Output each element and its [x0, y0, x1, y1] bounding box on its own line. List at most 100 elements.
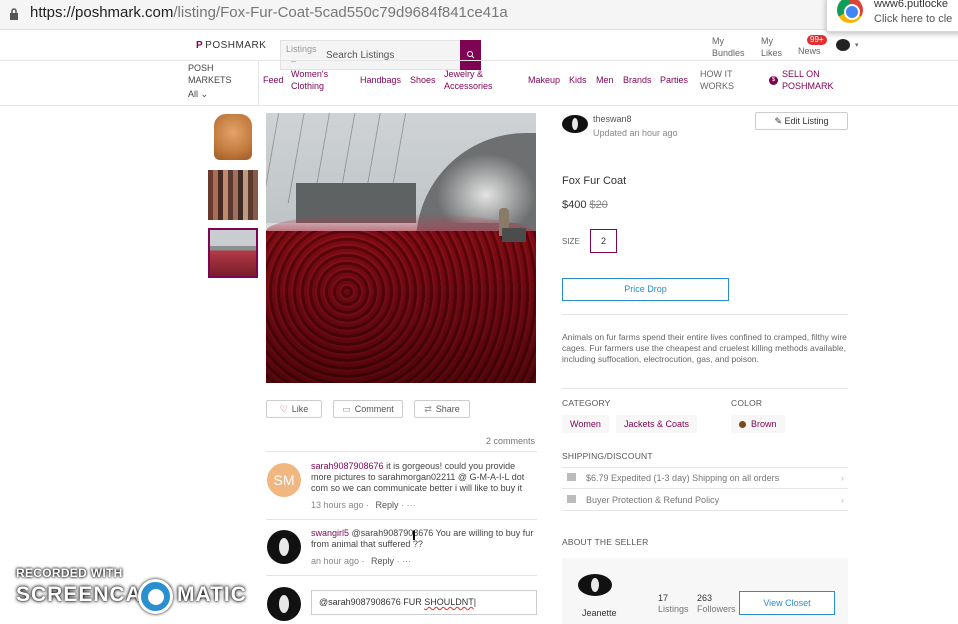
category-chip-women[interactable]: Women	[562, 415, 609, 433]
poshmark-p-icon: P	[196, 40, 204, 51]
listing-updated-time: Updated an hour ago	[593, 128, 678, 138]
chrome-notification[interactable]: www6.putlocke Click here to cle	[826, 0, 958, 32]
nav-divider	[258, 60, 259, 106]
url-text[interactable]: https://poshmark.com/listing/Fox-Fur-Coa…	[30, 4, 508, 21]
listing-main-image[interactable]	[266, 113, 536, 383]
share-label: Share	[435, 404, 460, 414]
comment-input-text: @sarah9087908676 FUR	[319, 597, 425, 607]
news-link[interactable]: News	[798, 45, 821, 57]
user-avatar[interactable]	[836, 39, 850, 51]
comment-username[interactable]: swangirl5	[311, 528, 349, 538]
nav-parties[interactable]: Parties	[660, 74, 688, 86]
comment-body: sarah9087908676 it is gorgeous! could yo…	[311, 461, 536, 494]
followers-label: Followers	[697, 604, 736, 614]
color-chip-brown[interactable]: Brown	[731, 415, 785, 433]
divider	[562, 467, 848, 468]
url-host: https://poshmark.com	[30, 4, 174, 21]
divider	[266, 451, 537, 452]
nav-shoes[interactable]: Shoes	[410, 74, 436, 86]
current-price: $400	[562, 199, 587, 211]
logo-text: POSHMARK	[205, 40, 267, 51]
thumbnail-2[interactable]	[208, 170, 258, 220]
view-closet-button[interactable]: View Closet	[739, 591, 835, 615]
color-label: COLOR	[731, 398, 763, 408]
comment-input[interactable]: @sarah9087908676 FUR SHOULDNT|	[311, 590, 537, 615]
listing-description: Animals on fur farms spend their entire …	[562, 332, 847, 364]
search-scope-select[interactable]: Listings	[286, 44, 317, 54]
nav-feed[interactable]: Feed	[263, 74, 284, 86]
about-seller-label: ABOUT THE SELLER	[562, 537, 649, 547]
nav-makeup[interactable]: Makeup	[528, 74, 560, 86]
edit-listing-label: Edit Listing	[784, 116, 829, 126]
listings-count: 17	[658, 593, 669, 603]
edit-listing-button[interactable]: ✎ Edit Listing	[755, 112, 848, 130]
nav-handbags[interactable]: Handbags	[360, 74, 401, 86]
text-cursor-icon: I	[412, 527, 416, 543]
thumbnail-3-selected[interactable]	[208, 228, 258, 278]
about-seller-avatar[interactable]	[578, 574, 612, 596]
nav-men[interactable]: Men	[596, 74, 614, 86]
url-path: /listing/Fox-Fur-Coat-5cad550c79d9684f84…	[173, 4, 508, 21]
my-bundles-link[interactable]: My Bundles	[712, 35, 745, 59]
share-icon: ⇄	[424, 404, 432, 414]
chevron-down-icon: ⌄	[200, 89, 209, 99]
markets-all-dropdown[interactable]: All ⌄	[188, 88, 208, 100]
nav-how-it-works[interactable]: HOW IT WORKS	[700, 68, 734, 92]
seller-avatar[interactable]	[562, 115, 588, 133]
shipping-text: $6.79 Expedited (1-3 day) Shipping on al…	[586, 473, 780, 483]
color-swatch-icon	[739, 421, 746, 428]
comment-username[interactable]: sarah9087908676	[311, 461, 384, 471]
notification-subtitle: Click here to cle	[874, 13, 953, 25]
more-icon[interactable]: ···	[407, 500, 416, 510]
comment-body: swangirl5 @sarah9087908676 You are willi…	[311, 528, 536, 550]
color-name: Brown	[751, 419, 777, 429]
nav-kids[interactable]: Kids	[569, 74, 587, 86]
comment-input-misspelled: SHOULDNT	[424, 597, 474, 607]
reply-button[interactable]: Reply	[376, 500, 399, 510]
commenter-avatar[interactable]	[267, 530, 301, 564]
reply-button[interactable]: Reply	[371, 556, 394, 566]
markets-all-label: All	[188, 89, 199, 99]
more-icon[interactable]: ···	[402, 556, 411, 566]
buyer-protection-text: Buyer Protection & Refund Policy	[586, 495, 720, 505]
watermark-matic: MATIC	[177, 583, 247, 606]
listings-label: Listings	[658, 604, 689, 614]
category-chip-jackets-coats[interactable]: Jackets & Coats	[616, 415, 698, 433]
shipping-label: SHIPPING/DISCOUNT	[562, 451, 653, 461]
divider	[266, 575, 537, 576]
share-button[interactable]: ⇄ Share	[414, 400, 470, 418]
size-label: SIZE	[562, 237, 580, 246]
listing-title: Fox Fur Coat	[562, 175, 627, 187]
comment-time: 13 hours ago	[311, 500, 364, 510]
shipping-row[interactable]: $6.79 Expedited (1-3 day) Shipping on al…	[562, 469, 848, 489]
shield-icon	[567, 495, 576, 503]
comment-time: an hour ago	[311, 556, 360, 566]
truck-icon	[567, 473, 576, 481]
price-drop-button[interactable]: Price Drop	[562, 278, 729, 301]
sell-on-poshmark-link[interactable]: SELL ON POSHMARK	[782, 68, 834, 92]
pencil-icon: ✎	[774, 116, 782, 126]
notification-title: www6.putlocke	[874, 0, 948, 10]
my-likes-link[interactable]: My Likes	[761, 35, 782, 59]
divider	[562, 314, 848, 315]
chevron-down-icon[interactable]: ▾	[855, 41, 859, 49]
about-seller-name[interactable]: Jeanette	[582, 608, 617, 618]
poshmark-logo[interactable]: P POSHMARK	[196, 40, 266, 51]
posh-markets-label[interactable]: POSH MARKETS	[188, 62, 232, 86]
nav-womens-clothing[interactable]: Women's Clothing	[291, 68, 328, 92]
comment-button[interactable]: ▭ Comment	[333, 400, 403, 418]
listing-price: $400 $20	[562, 199, 608, 211]
thumbnail-1[interactable]	[208, 112, 258, 162]
nav-brands[interactable]: Brands	[623, 74, 652, 86]
buyer-protection-row[interactable]: Buyer Protection & Refund Policy ›	[562, 491, 848, 511]
size-option[interactable]: 2	[590, 229, 617, 253]
nav-jewelry-accessories[interactable]: Jewelry & Accessories	[444, 68, 493, 92]
commenter-avatar[interactable]: SM	[267, 463, 301, 497]
like-button[interactable]: ♡ Like	[266, 400, 322, 418]
category-label: CATEGORY	[562, 398, 611, 408]
seller-username[interactable]: theswan8	[593, 114, 632, 124]
comment-label: Comment	[354, 404, 394, 414]
divider	[562, 388, 848, 389]
comment-meta: an hour ago · Reply · ···	[311, 556, 412, 566]
comments-count: 2 comments	[486, 436, 536, 446]
